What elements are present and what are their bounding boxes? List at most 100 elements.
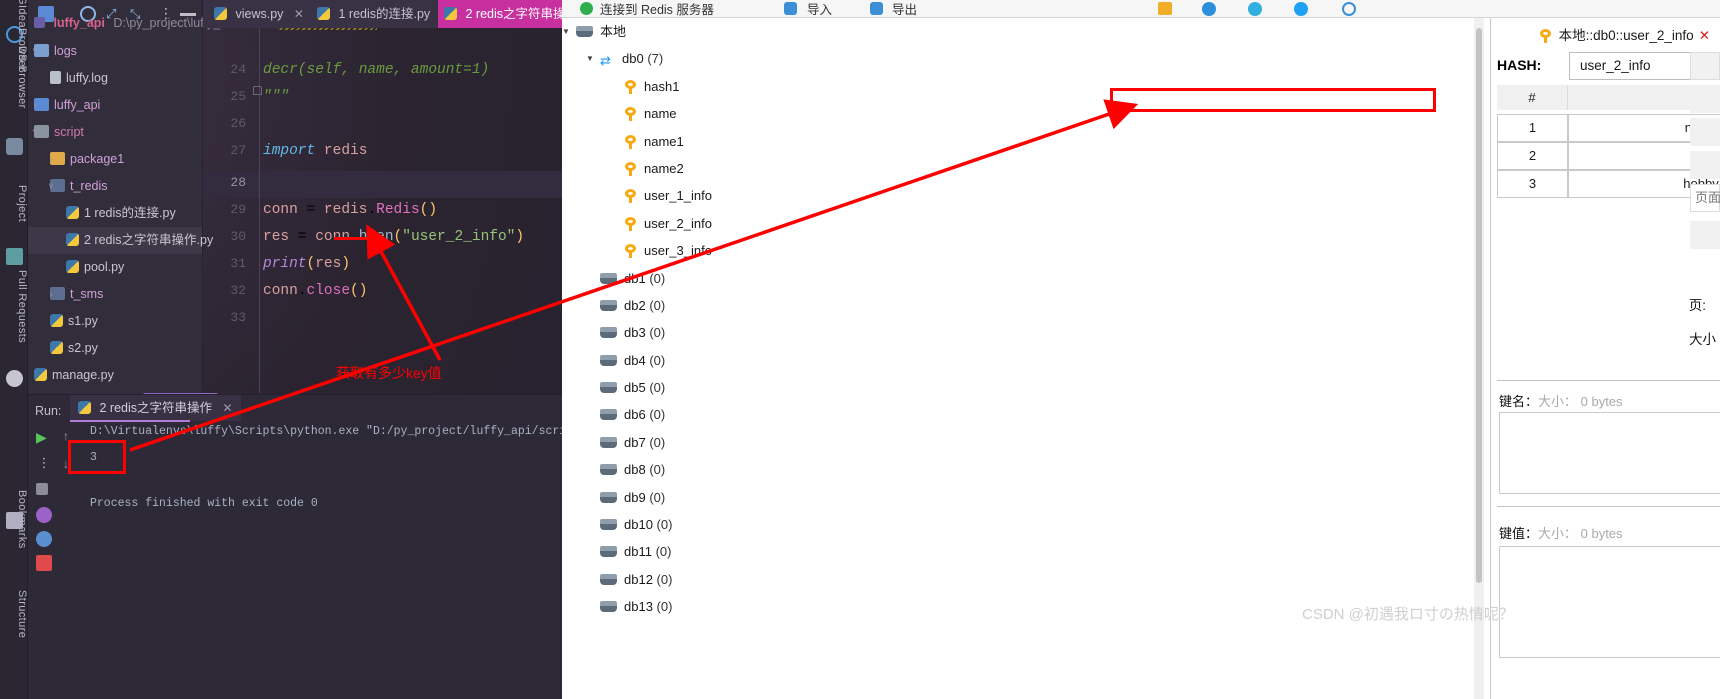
globe-icon[interactable] — [1342, 2, 1356, 16]
chevron-icon[interactable]: › — [28, 92, 42, 119]
redis-tree-item-3[interactable]: name — [570, 100, 920, 127]
layout-icon[interactable] — [36, 507, 52, 523]
database-icon[interactable] — [6, 138, 23, 155]
project-tree-item-5[interactable]: ˅ t_redis — [28, 173, 202, 200]
strip-label-dbbrowser[interactable]: DB Browser — [0, 46, 28, 130]
editor-tab-redis-string-ops[interactable]: 2 redis之字符串操作.p — [438, 0, 562, 28]
redis-key-tree[interactable]: ▼ 本地 ▼ ⇄ db0 (7) hash1 name name1 name2 user_1_in… — [562, 18, 920, 699]
right-action-1[interactable] — [1690, 52, 1720, 80]
redis-tree-item-9[interactable]: db1 (0) — [570, 265, 920, 292]
more-icon[interactable]: ⋮ — [36, 455, 52, 471]
project-tree-item-1[interactable]: luffy.log — [28, 65, 202, 92]
import-label[interactable]: 导入 — [807, 0, 832, 18]
column-header-index[interactable]: # — [1497, 85, 1568, 110]
project-tree-item-0[interactable]: ˅ logs — [28, 38, 202, 65]
export-label[interactable]: 导出 — [892, 0, 917, 18]
project-tree-item-4[interactable]: › package1 — [28, 146, 202, 173]
redis-tree-item-8[interactable]: user_3_info — [570, 237, 920, 264]
project-root-row[interactable]: luffy_api D:\py_project\luffy_a — [34, 16, 227, 30]
info-icon[interactable] — [1202, 2, 1216, 16]
code-editor[interactable]: 24 25 26 27 28 29 30 31 32 33 decr(self,… — [203, 28, 562, 393]
redis-tree-item-18[interactable]: db10 (0) — [570, 511, 920, 538]
chevron-icon[interactable]: › — [44, 281, 58, 308]
run-icon[interactable]: ▶ — [36, 429, 52, 445]
redis-tree-item-5[interactable]: name2 — [570, 155, 920, 182]
redis-tree-item-4[interactable]: name1 — [570, 128, 920, 155]
editor-tab-redis-connect[interactable]: 1 redis的连接.py ✕ — [311, 0, 457, 28]
project-tree-item-11[interactable]: s2.py — [28, 335, 202, 362]
project-tree-item-9[interactable]: › t_sms — [28, 281, 202, 308]
run-configuration-tab[interactable]: 2 redis之字符串操作 ✕ — [70, 395, 241, 421]
redis-tree-item-15[interactable]: db7 (0) — [570, 429, 920, 456]
project-tree-item-7[interactable]: 2 redis之字符串操作.py — [28, 227, 213, 254]
redis-tree-item-2[interactable]: hash1 — [570, 73, 920, 100]
code-line: """ — [263, 89, 290, 105]
redis-tree-item-13[interactable]: db5 (0) — [570, 374, 920, 401]
redis-tree-item-21[interactable]: db13 (0) — [570, 593, 920, 620]
redis-tree-item-0[interactable]: ▼ 本地 — [562, 18, 920, 45]
strip-label-structure[interactable]: Structure — [0, 590, 28, 656]
right-action-3[interactable] — [1690, 118, 1720, 146]
editor-tab-views[interactable]: views.py ✕ — [208, 0, 310, 28]
run-console-output[interactable]: D:\Virtualenvs\luffy\Scripts\python.exe … — [90, 423, 562, 699]
redis-tree-item-16[interactable]: db8 (0) — [570, 456, 920, 483]
chevron-icon[interactable]: ˅ — [44, 173, 58, 200]
pin-icon[interactable] — [36, 531, 52, 547]
chevron-icon[interactable]: ▼ — [560, 18, 572, 45]
scroll-down-icon[interactable]: ↓ — [63, 457, 79, 473]
close-icon[interactable]: ✕ — [223, 401, 233, 415]
stop-icon[interactable] — [36, 483, 48, 495]
key-icon — [1539, 29, 1552, 43]
connect-icon[interactable] — [580, 2, 593, 15]
refresh-icon[interactable]: ⇄ — [600, 54, 616, 67]
connect-label[interactable]: 连接到 Redis 服务器 — [600, 0, 714, 18]
redis-tree-item-6[interactable]: user_1_info — [570, 182, 920, 209]
project-icon[interactable] — [6, 248, 23, 265]
project-tree-item-label: 2 redis之字符串操作.py — [84, 233, 214, 248]
redis-tree-item-7[interactable]: user_2_info — [570, 210, 920, 237]
help-icon[interactable] — [1248, 2, 1262, 16]
project-tree-item-2[interactable]: › luffy_api — [28, 92, 202, 119]
chevron-icon[interactable]: ▼ — [584, 45, 596, 72]
github-icon[interactable] — [6, 370, 23, 387]
project-tree-item-3[interactable]: ˅ script — [28, 119, 202, 146]
scrollbar-thumb[interactable] — [1476, 28, 1482, 583]
redis-tree-item-19[interactable]: db11 (0) — [570, 538, 920, 565]
project-tree-item-8[interactable]: pool.py — [28, 254, 202, 281]
redis-tree-item-17[interactable]: db9 (0) — [570, 484, 920, 511]
project-tree-item-6[interactable]: 1 redis的连接.py — [28, 200, 202, 227]
redis-tree-item-label: db2 — [624, 297, 646, 313]
right-action-2[interactable] — [1690, 85, 1720, 113]
scroll-up-icon[interactable]: ↑ — [63, 429, 79, 445]
redis-tree-item-14[interactable]: db6 (0) — [570, 401, 920, 428]
redis-tree-item-11[interactable]: db3 (0) — [570, 319, 920, 346]
chevron-icon[interactable]: ˅ — [28, 119, 42, 146]
ide-tool-strip: GIdeaBrowser DB Browser Project Pull Req… — [0, 0, 28, 699]
project-tree-item-12[interactable]: manage.py — [28, 362, 202, 389]
redis-tree-item-20[interactable]: db12 (0) — [570, 566, 920, 593]
trash-icon[interactable] — [36, 555, 52, 571]
chevron-icon[interactable]: › — [44, 146, 58, 173]
right-action-4[interactable] — [1690, 151, 1720, 179]
right-action-5[interactable] — [1690, 221, 1720, 249]
code-text[interactable]: decr(self, name, amount=1) """ import re… — [263, 28, 562, 393]
run-tab-label: 2 redis之字符串操作 — [99, 401, 213, 415]
project-tree-item-10[interactable]: s1.py — [28, 308, 202, 335]
close-icon[interactable]: ✕ — [294, 7, 304, 21]
editor-tab-label: 1 redis的连接.py — [338, 7, 431, 21]
page-button[interactable]: 页面 — [1690, 184, 1720, 212]
strip-label-pullrequests[interactable]: Pull Requests — [0, 270, 28, 362]
export-icon[interactable] — [870, 2, 883, 15]
chevron-icon[interactable]: ˅ — [28, 38, 42, 65]
redis-tree-item-10[interactable]: db2 (0) — [570, 292, 920, 319]
tree-scrollbar[interactable] — [1474, 18, 1484, 699]
warning-icon[interactable] — [1158, 2, 1172, 15]
twitter-icon[interactable] — [1294, 2, 1308, 16]
redis-tree-item-1[interactable]: ▼ ⇄ db0 (7) — [570, 45, 920, 72]
line-number: 33 — [230, 310, 246, 325]
bookmark-icon[interactable] — [6, 512, 23, 529]
strip-label-project[interactable]: Project — [0, 185, 28, 243]
import-icon[interactable] — [784, 2, 797, 15]
python-file-icon — [444, 7, 457, 20]
redis-tree-item-12[interactable]: db4 (0) — [570, 347, 920, 374]
